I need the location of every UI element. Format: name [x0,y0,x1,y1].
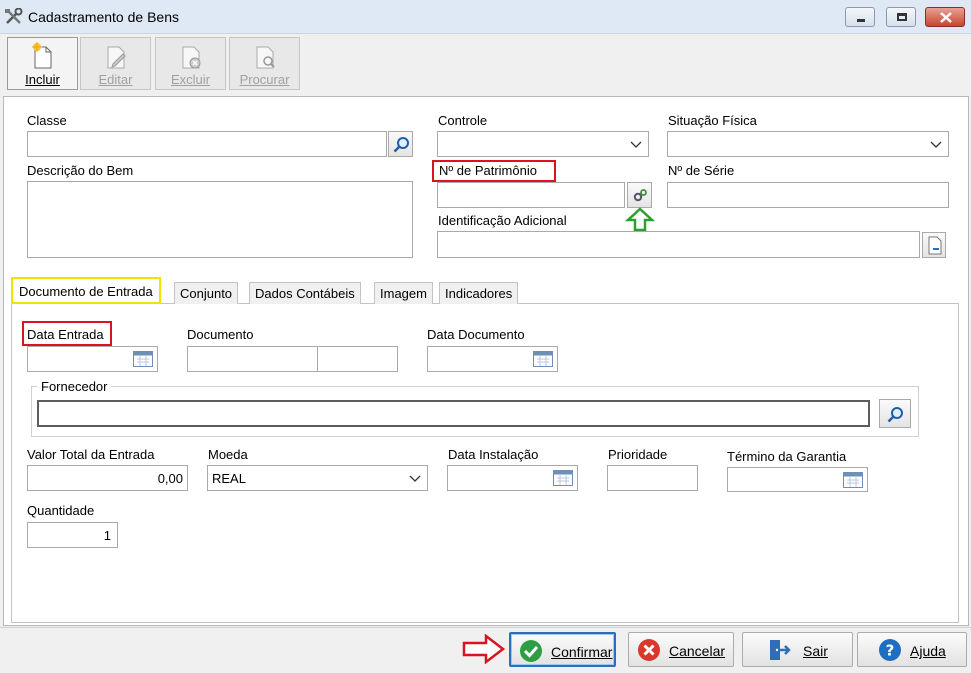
chevron-down-icon [630,141,642,148]
search-icon [393,137,409,153]
new-document-icon [32,42,52,69]
prioridade-input[interactable] [607,465,698,491]
checkmark-icon [520,640,542,662]
procurar-label: Procurar [239,72,290,87]
up-arrow-annotation [625,207,655,232]
minimize-button[interactable] [845,7,875,27]
calendar-icon[interactable] [553,470,573,486]
incluir-button[interactable]: Incluir [7,37,78,90]
tab-indicadores[interactable]: Indicadores [439,282,519,304]
right-arrow-annotation [462,634,506,664]
sair-label: Sair [803,643,828,659]
confirmar-button[interactable]: Confirmar [509,632,616,667]
tab-dados-contabeis[interactable]: Dados Contábeis [249,282,361,304]
search-icon [887,407,903,423]
close-button[interactable] [925,7,965,27]
procurar-button[interactable]: Procurar [229,37,300,90]
data-instalacao-input[interactable] [447,465,578,491]
cancelar-button[interactable]: Cancelar [628,632,734,667]
minimize-icon [857,19,865,22]
data-documento-input[interactable] [427,346,558,372]
valor-total-input[interactable]: 0,00 [27,465,188,491]
moeda-label: Moeda [208,447,248,462]
editar-button[interactable]: Editar [80,37,151,90]
maximize-button[interactable] [886,7,916,27]
calendar-icon[interactable] [843,472,863,488]
serie-input[interactable] [667,182,949,208]
classe-input[interactable] [27,131,387,157]
tab-imagem[interactable]: Imagem [374,282,433,304]
patrimonio-label: Nº de Patrimônio [439,163,537,178]
calendar-icon[interactable] [533,351,553,367]
data-entrada-label: Data Entrada [27,327,104,342]
ajuda-button[interactable]: ? Ajuda [857,632,967,667]
classe-label: Classe [27,113,67,128]
descricao-textarea[interactable] [27,181,413,258]
cancelar-label: Cancelar [669,643,726,659]
edit-document-icon [107,46,126,69]
sair-button[interactable]: Sair [742,632,853,667]
prioridade-label: Prioridade [608,447,668,462]
tab-conjunto[interactable]: Conjunto [174,282,239,304]
patrimonio-input[interactable] [437,182,625,208]
moeda-value: REAL [212,471,246,486]
termino-garantia-input[interactable] [727,467,868,492]
descricao-label: Descrição do Bem [27,163,134,178]
cancel-icon [638,639,660,661]
svg-text:?: ? [886,642,895,660]
identificacao-link-button[interactable] [922,232,946,258]
ajuda-label: Ajuda [910,643,946,659]
identificacao-label: Identificação Adicional [438,213,567,228]
quantidade-label: Quantidade [27,503,95,518]
editar-label: Editar [98,72,133,87]
situacao-select[interactable] [667,131,949,157]
controle-label: Controle [438,113,488,128]
quantidade-input[interactable]: 1 [27,522,118,548]
gears-icon [633,189,647,202]
valor-total-label: Valor Total da Entrada [27,447,155,462]
fornecedor-input[interactable] [37,400,870,427]
data-instalacao-label: Data Instalação [448,447,539,462]
fornecedor-search-button[interactable] [879,399,911,428]
serie-label: Nº de Série [668,163,735,178]
generate-patrimonio-button[interactable] [627,182,652,208]
incluir-label: Incluir [25,72,60,87]
confirmar-label: Confirmar [551,644,613,660]
window-title: Cadastramento de Bens [28,9,179,25]
calendar-icon[interactable] [133,351,153,367]
search-document-icon [256,46,275,69]
tools-icon [5,8,23,24]
chevron-down-icon [409,475,421,482]
data-documento-label: Data Documento [427,327,525,342]
moeda-select[interactable]: REAL [207,465,428,491]
documento-serie-input[interactable] [317,346,398,372]
excluir-button[interactable]: Excluir [155,37,226,90]
maximize-icon [897,13,907,21]
controle-select[interactable] [437,131,649,157]
situacao-label: Situação Física [668,113,757,128]
exit-door-icon [770,640,791,660]
classe-search-button[interactable] [388,131,413,157]
documento-label: Documento [187,327,254,342]
delete-document-icon [182,46,201,69]
data-entrada-input[interactable] [27,346,158,372]
close-icon [940,12,952,23]
help-icon: ? [879,639,901,661]
documento-input[interactable] [187,346,318,372]
excluir-label: Excluir [170,72,210,87]
fornecedor-label: Fornecedor [37,379,112,394]
chevron-down-icon [930,141,942,148]
document-link-icon [928,236,942,255]
termino-garantia-label: Término da Garantia [727,449,847,464]
tab-documento-entrada[interactable]: Documento de Entrada [11,277,161,304]
identificacao-input[interactable] [437,231,920,258]
